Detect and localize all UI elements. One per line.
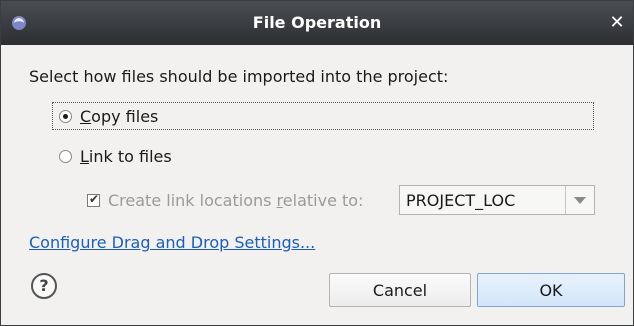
relative-link-label: Create link locations relative to:: [108, 190, 364, 210]
dialog-title: File Operation: [252, 13, 382, 32]
title-bar[interactable]: File Operation ✕: [1, 1, 633, 45]
copy-files-label: Copy files: [80, 106, 159, 126]
ok-button[interactable]: OK: [477, 273, 625, 307]
path-variable-combo[interactable]: PROJECT_LOC: [399, 185, 595, 215]
help-icon[interactable]: ?: [31, 273, 57, 299]
cancel-button[interactable]: Cancel: [329, 273, 471, 307]
copy-files-radio[interactable]: [59, 109, 72, 123]
chevron-down-icon: [574, 196, 586, 204]
relative-link-checkbox[interactable]: ✔: [87, 191, 100, 207]
file-operation-dialog: File Operation ✕ Select how files should…: [0, 0, 634, 326]
close-icon[interactable]: ✕: [605, 11, 629, 35]
link-to-files-radio[interactable]: [59, 149, 72, 163]
copy-files-option[interactable]: Copy files: [52, 102, 594, 130]
relative-link-option[interactable]: ✔ Create link locations relative to:: [87, 185, 363, 215]
combo-dropdown-button[interactable]: [565, 186, 594, 214]
check-mark-icon: ✔: [89, 191, 100, 206]
configure-drag-drop-link[interactable]: Configure Drag and Drop Settings...: [29, 233, 315, 252]
import-prompt: Select how files should be imported into…: [29, 67, 449, 86]
link-to-files-option[interactable]: Link to files: [53, 143, 172, 169]
link-to-files-label: Link to files: [80, 146, 172, 166]
path-variable-value: PROJECT_LOC: [406, 190, 516, 210]
